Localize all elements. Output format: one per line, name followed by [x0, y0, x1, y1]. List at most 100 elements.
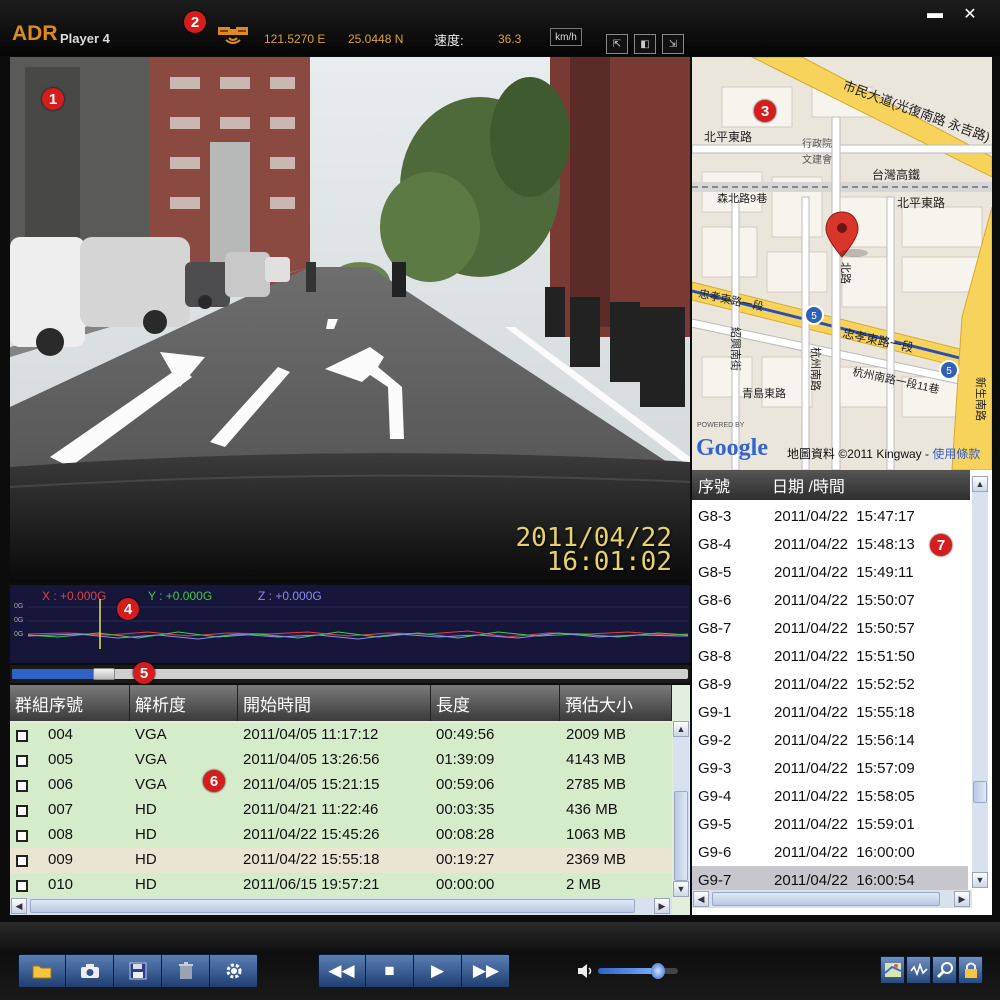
table-row[interactable]: 005 VGA 2011/04/05 13:26:56 01:39:09 4143 MB [10, 748, 672, 773]
table-row[interactable]: 006 VGA 2011/04/05 15:21:15 00:59:06 2785 MB [10, 773, 672, 798]
scroll-down-arrow-icon[interactable]: ▼ [972, 872, 988, 888]
file-serial: G9-5 [698, 816, 732, 833]
cell-start: 2011/04/05 11:17:12 [243, 726, 379, 743]
column-header-start-time[interactable]: 開始時間 [238, 685, 431, 721]
map-icon [883, 963, 901, 977]
play-icon: ▶ [430, 961, 445, 980]
table-row[interactable]: 010 HD 2011/06/15 19:57:21 00:00:00 2 MB [10, 873, 672, 898]
scroll-left-arrow-icon[interactable]: ◀ [693, 891, 709, 907]
open-folder-button[interactable] [18, 954, 66, 988]
list-item[interactable]: G8-3 2011/04/22 15:47:17 [692, 502, 968, 530]
file-datetime: 2011/04/22 15:52:52 [774, 676, 915, 693]
scroll-up-arrow-icon[interactable]: ▲ [972, 476, 988, 492]
callout-badge: 2 [184, 11, 206, 33]
view-mode-2-button[interactable]: ◧ [634, 34, 656, 54]
column-header-resolution[interactable]: 解析度 [130, 685, 238, 721]
speaker-icon[interactable] [576, 962, 594, 985]
file-list-hscroll-thumb[interactable] [712, 892, 940, 906]
progress-thumb[interactable] [93, 668, 116, 680]
cell-start: 2011/06/15 19:57:21 [243, 876, 380, 893]
row-checkbox[interactable] [16, 730, 28, 742]
video-panel[interactable]: 2011/04/22 16:01:02 [10, 57, 690, 582]
map-panel[interactable]: 5 5 市民大道(光復南路 永吉路) 北平東路 台灣高鐵 北平東路 森北路9巷 … [692, 57, 992, 470]
list-item[interactable]: G9-3 2011/04/22 15:57:09 [692, 754, 968, 782]
view-mode-1-button[interactable]: ⇱ [606, 34, 628, 54]
speed-unit-toggle[interactable]: km/h [550, 28, 582, 46]
group-table-vscroll[interactable]: ▲ ▼ [673, 721, 689, 897]
cell-len: 00:19:27 [436, 851, 495, 868]
cell-size: 2 MB [566, 876, 602, 893]
delete-button[interactable] [162, 954, 210, 988]
row-checkbox[interactable] [16, 880, 28, 892]
list-item[interactable]: G8-4 2011/04/22 15:48:13 [692, 530, 968, 558]
table-row[interactable]: 004 VGA 2011/04/05 11:17:12 00:49:56 2009 MB [10, 723, 672, 748]
fast-forward-button[interactable]: ▶▶ [462, 954, 510, 988]
map-terms-link[interactable]: 使用條款 [932, 447, 980, 461]
play-button[interactable]: ▶ [414, 954, 462, 988]
list-item[interactable]: G9-2 2011/04/22 15:56:14 [692, 726, 968, 754]
list-item[interactable]: G9-1 2011/04/22 15:55:18 [692, 698, 968, 726]
list-item[interactable]: G9-6 2011/04/22 16:00:00 [692, 838, 968, 866]
gsensor-panel: X : +0.000G Y : +0.000G Z : +0.000G 0G 0… [10, 585, 690, 663]
save-button[interactable] [114, 954, 162, 988]
list-item[interactable]: G8-7 2011/04/22 15:50:57 [692, 614, 968, 642]
list-item[interactable]: G8-8 2011/04/22 15:51:50 [692, 642, 968, 670]
row-checkbox[interactable] [16, 805, 28, 817]
volume-knob[interactable] [651, 963, 665, 979]
rewind-button[interactable]: ◀◀ [318, 954, 366, 988]
row-checkbox[interactable] [16, 855, 28, 867]
list-item[interactable]: G8-5 2011/04/22 15:49:11 [692, 558, 968, 586]
view-mode-3-button[interactable]: ⇲ [662, 34, 684, 54]
stop-button[interactable]: ■ [366, 954, 414, 988]
scroll-right-arrow-icon[interactable]: ▶ [954, 891, 970, 907]
scroll-up-arrow-icon[interactable]: ▲ [673, 721, 689, 737]
scroll-left-arrow-icon[interactable]: ◀ [11, 898, 27, 914]
volume-slider[interactable] [598, 963, 678, 979]
map-road-label: 新生南路 [974, 377, 988, 421]
row-checkbox[interactable] [16, 780, 28, 792]
gps-satellite-icon [216, 24, 250, 50]
file-datetime: 2011/04/22 15:58:05 [774, 788, 915, 805]
settings-button[interactable] [210, 954, 258, 988]
file-list-vscroll-thumb[interactable] [973, 781, 987, 803]
column-header-datetime[interactable]: 日期 /時間 [766, 470, 970, 500]
lock-button[interactable] [958, 956, 983, 984]
list-item[interactable]: G9-4 2011/04/22 15:58:05 [692, 782, 968, 810]
playback-progress[interactable] [10, 665, 690, 683]
table-row[interactable]: 008 HD 2011/04/22 15:45:26 00:08:28 1063 MB [10, 823, 672, 848]
minimize-button[interactable]: ▬ [920, 4, 950, 24]
cell-id: 008 [48, 826, 74, 843]
file-datetime: 2011/04/22 15:48:13 [774, 536, 915, 553]
callout-badge: 1 [42, 88, 64, 110]
gsensor-view-button[interactable] [906, 956, 931, 984]
column-header-serial[interactable]: 序號 [692, 470, 766, 500]
callout-badge: 6 [203, 770, 225, 792]
group-table-hscroll[interactable]: ◀ ▶ [10, 897, 672, 915]
table-row[interactable]: 009 HD 2011/04/22 15:55:18 00:19:27 2369 MB [10, 848, 672, 873]
zoom-button[interactable] [932, 956, 957, 984]
file-list-vscroll[interactable]: ▲ ▼ [972, 476, 988, 888]
list-item[interactable]: G8-9 2011/04/22 15:52:52 [692, 670, 968, 698]
scroll-down-arrow-icon[interactable]: ▼ [673, 881, 689, 897]
group-table-hscroll-thumb[interactable] [30, 899, 635, 913]
file-datetime: 2011/04/22 15:50:07 [774, 592, 915, 609]
row-checkbox[interactable] [16, 830, 28, 842]
scroll-right-arrow-icon[interactable]: ▶ [654, 898, 670, 914]
file-list-hscroll[interactable]: ◀ ▶ [692, 890, 972, 908]
row-checkbox[interactable] [16, 755, 28, 767]
group-table-vscroll-thumb[interactable] [674, 791, 688, 881]
snapshot-button[interactable] [66, 954, 114, 988]
close-button[interactable]: ✕ [955, 4, 985, 24]
gear-icon [226, 963, 242, 979]
column-header-length[interactable]: 長度 [431, 685, 560, 721]
gps-latitude: 25.0448 N [348, 32, 404, 46]
lock-icon [964, 962, 977, 978]
list-item[interactable]: G9-5 2011/04/22 15:59:01 [692, 810, 968, 838]
table-row[interactable]: 007 HD 2011/04/21 11:22:46 00:03:35 436 MB [10, 798, 672, 823]
map-shield-2: 5 [946, 366, 952, 377]
column-header-size[interactable]: 預估大小 [560, 685, 672, 721]
map-view-button[interactable] [880, 956, 905, 984]
column-header-group-id[interactable]: 群組序號 [10, 685, 130, 721]
list-item[interactable]: G8-6 2011/04/22 15:50:07 [692, 586, 968, 614]
file-datetime: 2011/04/22 15:59:01 [774, 816, 915, 833]
